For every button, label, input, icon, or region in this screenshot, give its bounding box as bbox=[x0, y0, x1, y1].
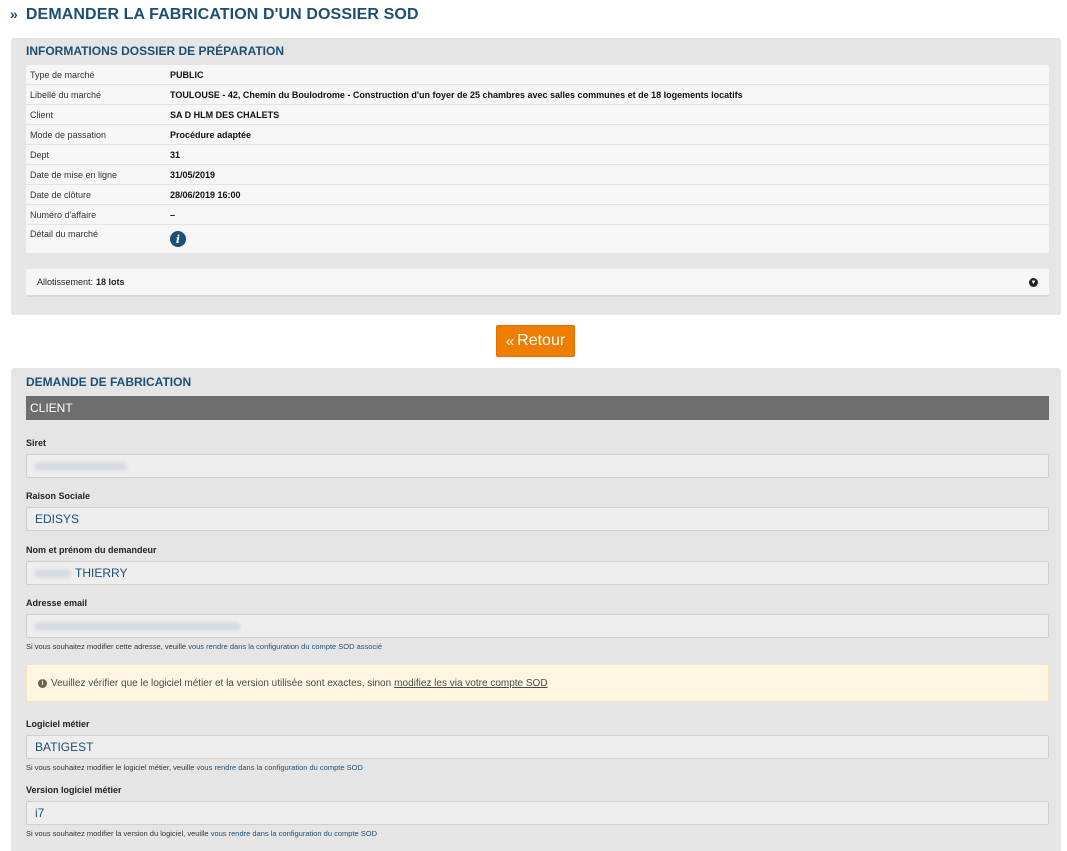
info-value: 28/06/2019 16:00 bbox=[170, 189, 241, 200]
logiciel-label: Logiciel métier bbox=[26, 719, 90, 729]
email-hint: Si vous souhaitez modifier cette adresse… bbox=[26, 642, 382, 651]
logiciel-config-link[interactable]: vous rendre dans la configuration du com… bbox=[197, 763, 363, 772]
nom-value: THIERRY bbox=[75, 566, 128, 580]
allotissement-bar[interactable]: Allotissement: 18 lots ▼ bbox=[26, 269, 1049, 297]
info-circle-icon[interactable]: i bbox=[170, 231, 186, 247]
info-row: Date de clôture 28/06/2019 16:00 bbox=[26, 185, 1049, 205]
info-panel-title: INFORMATIONS DOSSIER DE PRÉPARATION bbox=[26, 44, 285, 58]
info-row: Dept 31 bbox=[26, 145, 1049, 165]
logiciel-hint: Si vous souhaitez modifier le logiciel m… bbox=[26, 763, 363, 772]
redacted-value bbox=[35, 568, 71, 578]
siret-field[interactable] bbox=[26, 454, 1049, 478]
logiciel-value: BATIGEST bbox=[35, 740, 94, 754]
client-section-header: CLIENT bbox=[26, 396, 1049, 420]
info-row: Mode de passation Procédure adaptée bbox=[26, 125, 1049, 145]
email-config-link[interactable]: vous rendre dans la configuration du com… bbox=[188, 642, 382, 651]
notice-box: i Veuillez vérifier que le logiciel méti… bbox=[26, 664, 1049, 702]
allotissement-label: Allotissement: bbox=[37, 277, 94, 287]
raison-sociale-value: EDISYS bbox=[35, 512, 80, 526]
info-value: 31/05/2019 bbox=[170, 169, 216, 180]
info-row: Type de marché PUBLIC bbox=[26, 65, 1049, 85]
info-value: – bbox=[170, 209, 176, 220]
nom-field[interactable]: THIERRY bbox=[26, 561, 1049, 585]
double-chevron-left-icon: « bbox=[505, 332, 515, 350]
logiciel-field[interactable]: BATIGEST bbox=[26, 735, 1049, 759]
demande-panel: DEMANDE DE FABRICATION CLIENT Siret Rais… bbox=[11, 368, 1061, 851]
info-value: PUBLIC bbox=[170, 69, 204, 80]
retour-button[interactable]: «Retour bbox=[496, 325, 575, 357]
version-hint-text: Si vous souhaitez modifier la version du… bbox=[26, 829, 209, 838]
info-label: Mode de passation bbox=[30, 129, 107, 140]
info-label: Numéro d'affaire bbox=[30, 209, 97, 220]
notice-text: Veuillez vérifier que le logiciel métier… bbox=[51, 677, 392, 689]
info-row: Libellé du marché TOULOUSE - 42, Chemin … bbox=[26, 85, 1049, 105]
page-title-text: DEMANDER LA FABRICATION D'UN DOSSIER SOD bbox=[25, 6, 419, 23]
redacted-value bbox=[35, 461, 127, 471]
info-row: Date de mise en ligne 31/05/2019 bbox=[26, 165, 1049, 185]
info-label: Client bbox=[30, 109, 54, 120]
info-value: 31 bbox=[170, 149, 181, 160]
page-title: » DEMANDER LA FABRICATION D'UN DOSSIER SO… bbox=[10, 6, 419, 24]
info-row-detail: Détail du marché i bbox=[26, 225, 1049, 253]
version-field[interactable]: i7 bbox=[26, 801, 1049, 825]
version-hint: Si vous souhaitez modifier la version du… bbox=[26, 829, 377, 838]
info-label: Type de marché bbox=[30, 69, 95, 80]
redacted-value bbox=[35, 621, 240, 631]
nom-label: Nom et prénom du demandeur bbox=[26, 545, 157, 555]
email-hint-text: Si vous souhaitez modifier cette adresse… bbox=[26, 642, 187, 651]
email-label: Adresse email bbox=[26, 598, 88, 608]
info-label: Détail du marché bbox=[30, 229, 99, 239]
info-table: Type de marché PUBLIC Libellé du marché … bbox=[26, 65, 1049, 253]
info-value: SA D HLM DES CHALETS bbox=[170, 109, 280, 120]
raison-sociale-field[interactable]: EDISYS bbox=[26, 507, 1049, 531]
version-config-link[interactable]: vous rendre dans la configuration du com… bbox=[211, 829, 377, 838]
info-row: Client SA D HLM DES CHALETS bbox=[26, 105, 1049, 125]
raison-sociale-label: Raison Sociale bbox=[26, 491, 91, 501]
version-value: i7 bbox=[35, 806, 45, 820]
info-label: Libellé du marché bbox=[30, 89, 102, 100]
info-panel: INFORMATIONS DOSSIER DE PRÉPARATION Type… bbox=[11, 38, 1061, 315]
info-row: Numéro d'affaire – bbox=[26, 205, 1049, 225]
info-value: Procédure adaptée bbox=[170, 129, 252, 140]
allotissement-value: 18 lots bbox=[96, 277, 125, 287]
email-field[interactable] bbox=[26, 614, 1049, 638]
logiciel-hint-text: Si vous souhaitez modifier le logiciel m… bbox=[26, 763, 195, 772]
info-value: TOULOUSE - 42, Chemin du Boulodrome - Co… bbox=[170, 89, 743, 100]
info-label: Dept bbox=[30, 149, 50, 160]
version-label: Version logiciel métier bbox=[26, 785, 122, 795]
info-label: Date de mise en ligne bbox=[30, 169, 118, 180]
siret-label: Siret bbox=[26, 438, 47, 448]
double-chevron-right-icon: » bbox=[10, 6, 18, 22]
chevron-down-circle-icon[interactable]: ▼ bbox=[1029, 278, 1038, 287]
demande-panel-title: DEMANDE DE FABRICATION bbox=[26, 375, 192, 389]
retour-button-label: Retour bbox=[517, 332, 566, 349]
info-circle-icon: i bbox=[38, 678, 47, 688]
notice-link[interactable]: modifiez les via votre compte SOD bbox=[394, 678, 547, 689]
info-label: Date de clôture bbox=[30, 189, 92, 200]
